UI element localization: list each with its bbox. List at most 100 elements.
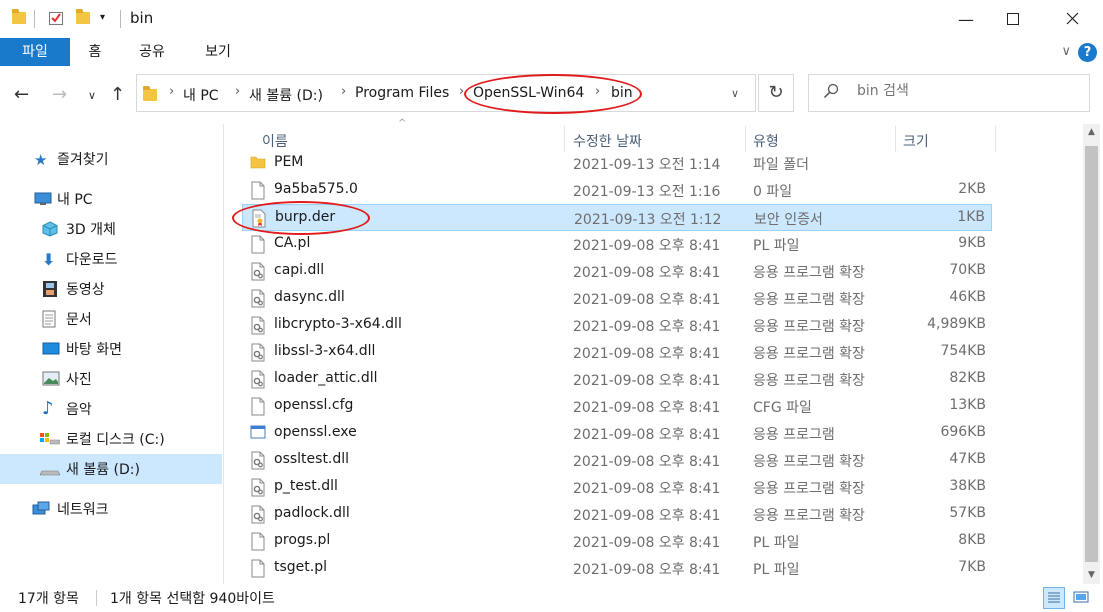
file-date: 2021-09-08 오후 8:41	[573, 454, 721, 470]
breadcrumb-program-files[interactable]: Program Files	[355, 85, 449, 101]
breadcrumb-volume-d[interactable]: 새 볼륨 (D:)	[249, 85, 323, 105]
breadcrumb-bin[interactable]: bin	[611, 85, 633, 101]
arrow-up-icon: ↑	[110, 84, 126, 105]
forward-button[interactable]: →	[52, 84, 67, 105]
new-folder-icon[interactable]	[76, 9, 92, 26]
divider	[34, 10, 35, 28]
close-icon	[1066, 10, 1079, 29]
tab-share[interactable]: 공유	[130, 38, 174, 66]
close-button[interactable]	[1049, 0, 1095, 38]
nav-label: 음악	[66, 402, 92, 418]
customize-quick-access-icon[interactable]: ▾	[100, 12, 116, 28]
file-date: 2021-09-13 오전 1:16	[573, 184, 721, 200]
selection-info: 1개 항목 선택함 940바이트	[110, 591, 275, 607]
file-date: 2021-09-08 오후 8:41	[573, 481, 721, 497]
address-bar[interactable]: › 내 PC › 새 볼륨 (D:) › Program Files › Ope…	[136, 74, 756, 112]
nav-item-music[interactable]: ♪ 음악	[0, 394, 222, 424]
tab-home[interactable]: 홈	[78, 38, 112, 66]
chevron-right-icon: ›	[341, 84, 347, 99]
details-view-button[interactable]	[1043, 587, 1065, 609]
refresh-button[interactable]: ↻	[758, 74, 794, 112]
nav-item-desktop[interactable]: 바탕 화면	[0, 334, 222, 364]
nav-item-network[interactable]: 네트워크	[0, 494, 222, 524]
file-type: PL 파일	[753, 562, 800, 578]
nav-label: 네트워크	[57, 502, 109, 518]
nav-item-pictures[interactable]: 사진	[0, 364, 222, 394]
file-type: CFG 파일	[753, 400, 812, 416]
table-row[interactable]: libcrypto-3-x64.dll 2021-09-08 오후 8:41 응용 …	[242, 312, 992, 339]
file-date: 2021-09-08 오후 8:41	[573, 400, 721, 416]
column-size[interactable]: 크기	[903, 131, 929, 151]
table-row[interactable]: tsget.pl 2021-09-08 오후 8:41 PL 파일 7KB	[242, 555, 992, 582]
scroll-thumb[interactable]	[1085, 146, 1098, 562]
table-row[interactable]: 9a5ba575.0 2021-09-13 오전 1:16 0 파일 2KB	[242, 177, 992, 204]
scroll-up-button[interactable]: ▲	[1083, 124, 1100, 141]
search-box[interactable]	[808, 74, 1090, 112]
nav-item-documents[interactable]: 문서	[0, 304, 222, 334]
recent-locations-button[interactable]: ∨	[88, 89, 96, 102]
file-size: 82KB	[949, 370, 986, 386]
column-divider[interactable]	[995, 126, 996, 152]
table-row[interactable]: openssl.exe 2021-09-08 오후 8:41 응용 프로그램 696K…	[242, 420, 992, 447]
table-row[interactable]: loader_attic.dll 2021-09-08 오후 8:41 응용 프로그…	[242, 366, 992, 393]
file-type: 응용 프로그램 확장	[753, 481, 865, 497]
table-row[interactable]: CA.pl 2021-09-08 오후 8:41 PL 파일 9KB	[242, 231, 992, 258]
chevron-down-icon: ∨	[88, 89, 97, 102]
table-row[interactable]: ossltest.dll 2021-09-08 오후 8:41 응용 프로그램 확장…	[242, 447, 992, 474]
table-row[interactable]: dasync.dll 2021-09-08 오후 8:41 응용 프로그램 확장 46…	[242, 285, 992, 312]
nav-item-local-disk-c[interactable]: 로컬 디스크 (C:)	[0, 424, 222, 454]
nav-item-videos[interactable]: 동영상	[0, 274, 222, 304]
file-size: 7KB	[958, 559, 986, 575]
minimize-button[interactable]: —	[943, 0, 989, 38]
nav-item-quick-access[interactable]: ★ 즐겨찾기	[0, 144, 222, 174]
help-button[interactable]: ?	[1078, 43, 1097, 62]
column-divider[interactable]	[564, 126, 565, 152]
maximize-icon	[1007, 10, 1019, 29]
breadcrumb-openssl-win64[interactable]: OpenSSL-Win64	[473, 85, 584, 101]
large-icons-view-button[interactable]	[1071, 587, 1093, 609]
vertical-scrollbar[interactable]: ▲ ▼	[1083, 124, 1100, 584]
breadcrumb-this-pc[interactable]: 내 PC	[183, 85, 219, 105]
file-date: 2021-09-13 오전 1:14	[573, 157, 721, 173]
column-divider[interactable]	[895, 126, 896, 152]
chevron-down-icon[interactable]: ∨	[1061, 44, 1071, 59]
cube-icon	[42, 221, 60, 237]
file-icon	[250, 235, 266, 254]
column-name[interactable]: 이름	[262, 131, 288, 151]
table-row[interactable]: libssl-3-x64.dll 2021-09-08 오후 8:41 응용 프로그…	[242, 339, 992, 366]
dll-icon	[250, 478, 266, 497]
scroll-down-button[interactable]: ▼	[1083, 567, 1100, 584]
maximize-button[interactable]	[990, 0, 1036, 38]
drive-icon	[39, 465, 61, 481]
table-row[interactable]: progs.pl 2021-09-08 오후 8:41 PL 파일 8KB	[242, 528, 992, 555]
nav-label: 동영상	[66, 282, 105, 298]
table-row[interactable]: p_test.dll 2021-09-08 오후 8:41 응용 프로그램 확장 38…	[242, 474, 992, 501]
download-icon: ⬇	[42, 250, 56, 269]
table-row[interactable]: openssl.cfg 2021-09-08 오후 8:41 CFG 파일 13KB	[242, 393, 992, 420]
document-icon	[42, 310, 60, 328]
column-date[interactable]: 수정한 날짜	[573, 131, 642, 151]
file-date: 2021-09-08 오후 8:41	[573, 346, 721, 362]
file-size: 57KB	[949, 505, 986, 521]
table-row[interactable]: PEM 2021-09-13 오전 1:14 파일 폴더	[242, 150, 992, 177]
tab-file[interactable]: 파일	[0, 38, 70, 66]
nav-item-volume-d[interactable]: 새 볼륨 (D:)	[0, 454, 222, 484]
table-row[interactable]: burp.der 2021-09-13 오전 1:12 보안 인증서 1KB	[242, 204, 992, 231]
column-type[interactable]: 유형	[753, 131, 779, 151]
chevron-down-icon[interactable]: ∨	[731, 87, 739, 100]
tab-view[interactable]: 보기	[196, 38, 240, 66]
file-type: 보안 인증서	[754, 212, 823, 228]
nav-item-this-pc[interactable]: 내 PC	[0, 184, 222, 214]
file-size: 38KB	[949, 478, 986, 494]
column-divider[interactable]	[745, 126, 746, 152]
search-input[interactable]	[857, 83, 1077, 99]
file-icon	[250, 559, 266, 578]
up-button[interactable]: ↑	[110, 84, 125, 105]
table-row[interactable]: padlock.dll 2021-09-08 오후 8:41 응용 프로그램 확장 5…	[242, 501, 992, 528]
file-date: 2021-09-08 오후 8:41	[573, 508, 721, 524]
properties-icon[interactable]	[48, 10, 64, 26]
back-button[interactable]: ←	[14, 84, 29, 105]
table-row[interactable]: capi.dll 2021-09-08 오후 8:41 응용 프로그램 확장 70KB	[242, 258, 992, 285]
nav-item-3d-objects[interactable]: 3D 개체	[0, 214, 222, 244]
nav-item-downloads[interactable]: ⬇ 다운로드	[0, 244, 222, 274]
